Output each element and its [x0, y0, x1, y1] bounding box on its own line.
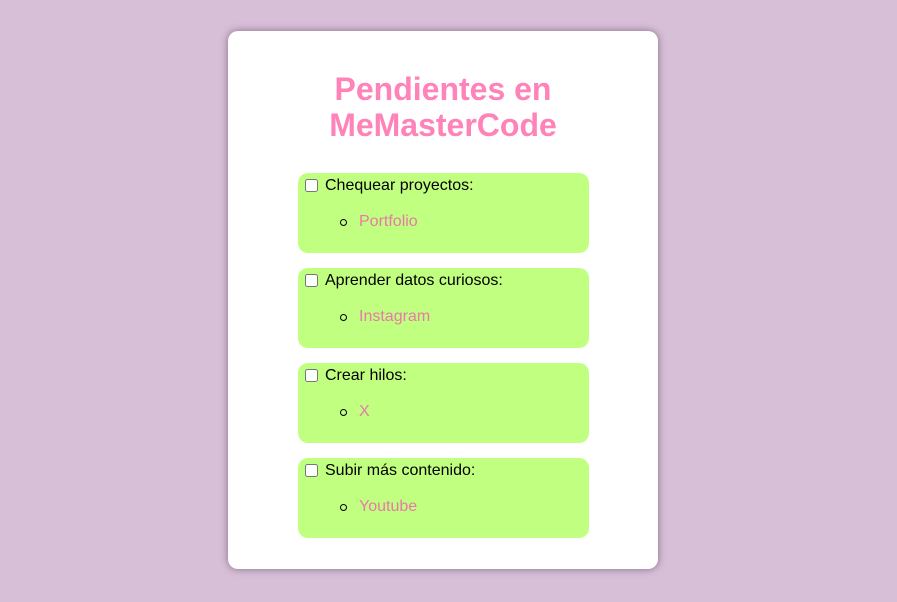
circle-bullet-icon	[340, 504, 347, 511]
x-link[interactable]: X	[359, 403, 370, 421]
task-item-crear-hilos: Crear hilos: X	[298, 363, 589, 443]
youtube-link[interactable]: Youtube	[359, 498, 417, 516]
circle-bullet-icon	[340, 409, 347, 416]
circle-bullet-icon	[340, 219, 347, 226]
task-checkbox[interactable]	[305, 179, 318, 192]
portfolio-link[interactable]: Portfolio	[359, 213, 418, 231]
task-item-subir-contenido: Subir más contenido: Youtube	[298, 458, 589, 538]
todo-card: Pendientes en MeMasterCode Chequear proy…	[228, 31, 658, 569]
task-item-chequear-proyectos: Chequear proyectos: Portfolio	[298, 173, 589, 253]
task-label: Crear hilos:	[325, 367, 407, 384]
task-label: Chequear proyectos:	[325, 177, 474, 194]
instagram-link[interactable]: Instagram	[359, 308, 430, 326]
task-checkbox[interactable]	[305, 464, 318, 477]
circle-bullet-icon	[340, 314, 347, 321]
task-label: Subir más contenido:	[325, 462, 476, 479]
task-checkbox[interactable]	[305, 274, 318, 287]
task-item-aprender-datos: Aprender datos curiosos: Instagram	[298, 268, 589, 348]
task-checkbox[interactable]	[305, 369, 318, 382]
page-title: Pendientes en MeMasterCode	[329, 71, 557, 143]
task-list: Chequear proyectos: Portfolio Aprender d…	[298, 173, 589, 553]
task-label: Aprender datos curiosos:	[325, 272, 503, 289]
